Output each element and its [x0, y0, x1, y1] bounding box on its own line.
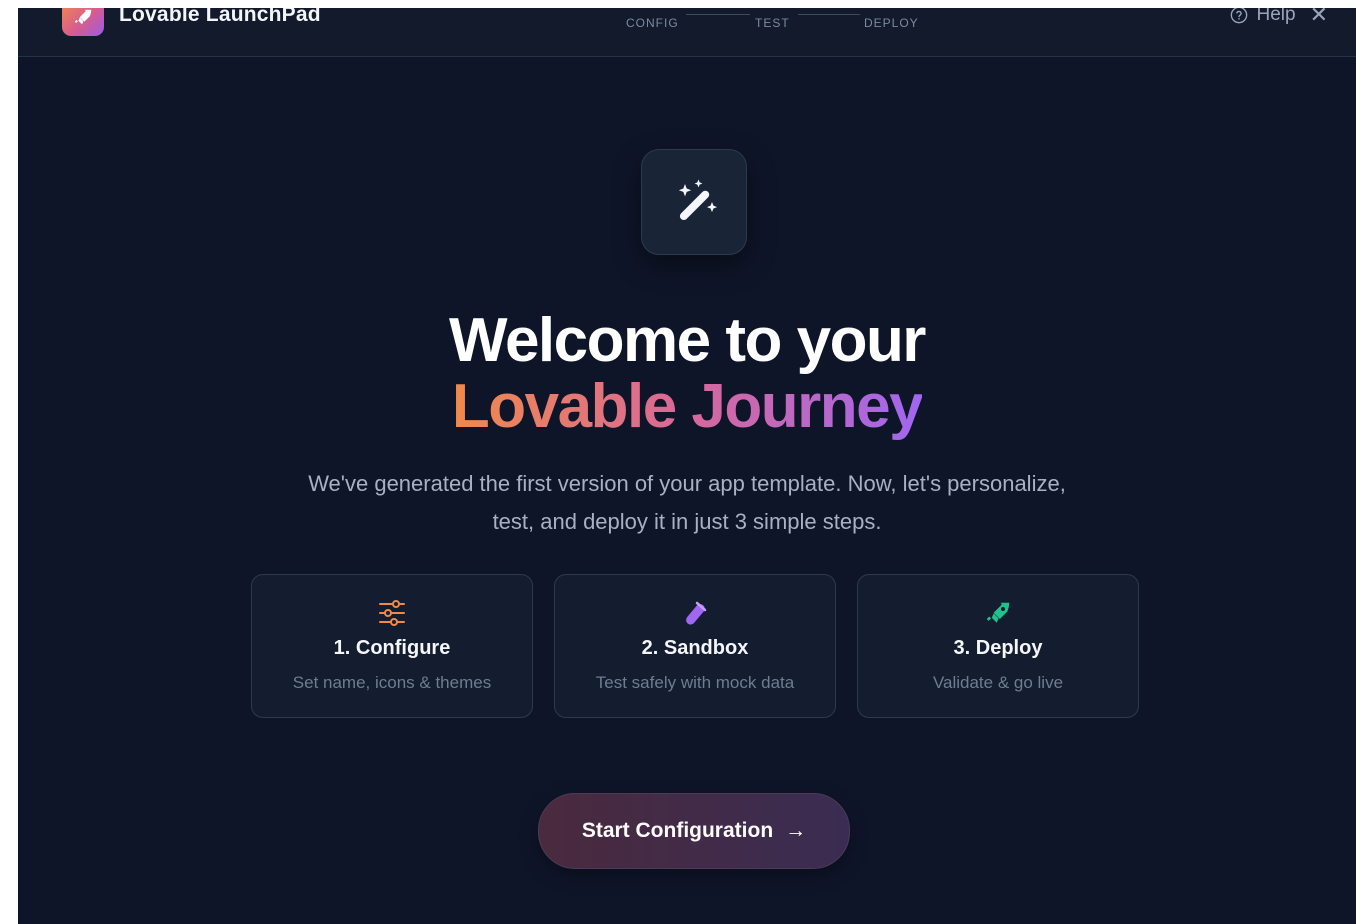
card-title: 1. Configure	[333, 637, 451, 659]
step-test[interactable]: TEST	[755, 16, 790, 30]
arrow-right-icon: →	[785, 819, 807, 842]
test-tube-icon	[686, 601, 707, 625]
step-connector	[798, 14, 860, 15]
brand-name: Lovable LaunchPad	[119, 8, 321, 26]
card-sandbox[interactable]: 2. Sandbox Test safely with mock data	[554, 574, 836, 718]
help-label: Help	[1256, 8, 1296, 25]
card-title: 2. Sandbox	[641, 637, 749, 659]
rocket-icon	[74, 9, 92, 25]
card-description: Validate & go live	[932, 673, 1064, 692]
page-title-line1: Welcome to your	[449, 306, 926, 375]
top-bar: Lovable LaunchPad CONFIG TEST DEPLOY Hel…	[18, 8, 1356, 57]
card-title: 3. Deploy	[953, 637, 1043, 659]
magic-wand-icon	[678, 179, 718, 221]
rocket-icon	[986, 602, 1010, 623]
help-circle-icon	[1231, 8, 1248, 24]
cta-label: Start Configuration	[581, 819, 774, 842]
card-description: Set name, icons & themes	[292, 673, 492, 692]
app-window: Lovable LaunchPad CONFIG TEST DEPLOY Hel…	[18, 8, 1356, 924]
step-config[interactable]: CONFIG	[626, 16, 679, 30]
subtitle-line1: We've generated the first version of you…	[308, 471, 1066, 496]
subtitle-line2: test, and deploy it in just 3 simple ste…	[492, 509, 882, 534]
help-button[interactable]: Help	[1230, 8, 1296, 26]
brand-logo	[62, 8, 104, 36]
sliders-icon	[379, 600, 405, 626]
start-configuration-button[interactable]: Start Configuration →	[538, 793, 850, 869]
header-actions: Help ✕	[1230, 8, 1328, 26]
card-configure[interactable]: 1. Configure Set name, icons & themes	[251, 574, 533, 718]
progress-stepper: CONFIG TEST DEPLOY	[624, 8, 924, 38]
step-cards: 1. Configure Set name, icons & themes 2.…	[251, 574, 1139, 718]
page-subtitle: We've generated the first version of you…	[18, 465, 1356, 541]
close-button[interactable]: ✕	[1310, 8, 1328, 26]
magic-wand-tile	[641, 149, 747, 255]
card-deploy[interactable]: 3. Deploy Validate & go live	[857, 574, 1139, 718]
step-connector	[686, 14, 750, 15]
page-title-line2: Lovable Journey	[18, 372, 1356, 442]
card-description: Test safely with mock data	[595, 673, 795, 692]
gradient-title: Lovable Journey	[451, 372, 924, 441]
step-deploy[interactable]: DEPLOY	[864, 16, 919, 30]
